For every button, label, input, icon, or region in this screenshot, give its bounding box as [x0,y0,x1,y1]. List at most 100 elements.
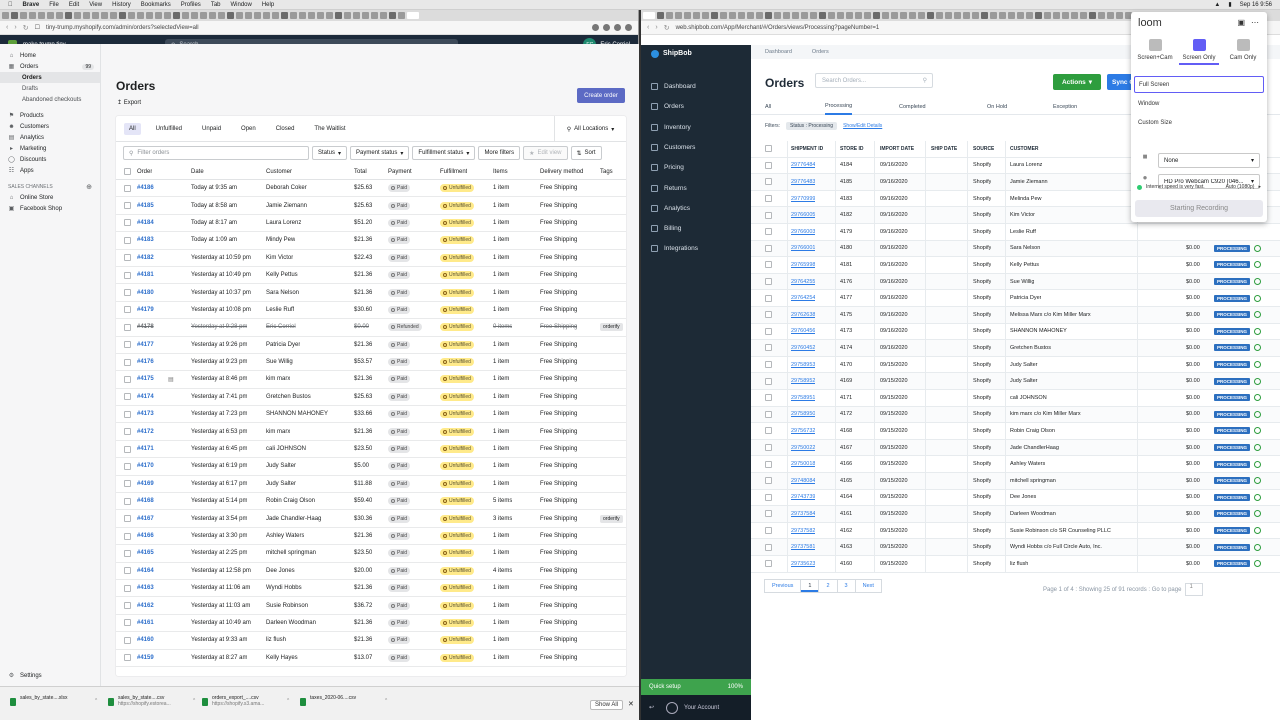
search-orders-input[interactable]: Search Orders... ⚲ [815,73,933,88]
column-header-delivery-method[interactable]: Delivery method [540,164,583,179]
table-row[interactable]: #4175 ▤ Yesterday at 8:46 pm kim marx $21.36… [116,371,626,389]
tab-exception[interactable]: Exception [1053,98,1077,115]
table-row[interactable]: #4172 Yesterday at 6:53 pm kim marx $21.36 P… [116,423,626,441]
column-header-fulfillment[interactable]: Fulfillment [440,164,467,179]
order-link[interactable]: #4169 [137,476,154,492]
download-item[interactable]: taxes_2020-06....csv ⌃ [300,695,388,713]
browser-tab[interactable] [83,12,90,19]
table-row[interactable]: #4174 Yesterday at 7:41 pm Gretchen Bustos… [116,389,626,407]
shipment-id-link[interactable]: 29756732 [791,423,815,439]
browser-tab[interactable] [236,12,243,19]
row-checkbox[interactable] [124,563,131,579]
shipment-id-link[interactable]: 29762638 [791,307,815,323]
shipment-id-link[interactable]: 29758952 [791,373,815,389]
menu-icon[interactable] [625,24,632,31]
table-row[interactable]: 29762638 4175 09/16/2020 Shopify Melissa Mar… [751,307,1280,324]
browser-tab[interactable] [191,12,198,19]
tab-all[interactable]: All [765,98,771,115]
menu-profiles[interactable]: Profiles [181,2,201,8]
export-button[interactable]: ↥ Export [117,99,141,106]
browser-tab[interactable] [765,12,772,19]
breadcrumb-dashboard[interactable]: Dashboard [765,49,792,55]
forward-icon[interactable]: › [655,24,657,31]
edit-filters-link[interactable]: Show/Edit Details [843,123,882,129]
row-checkbox[interactable] [124,597,131,613]
browser-tab[interactable] [254,12,261,19]
browser-tab[interactable] [1017,12,1024,19]
row-checkbox[interactable] [124,476,131,492]
sidebar-item-settings[interactable]: ⚙ Settings [0,670,100,681]
row-checkbox[interactable] [124,389,131,405]
status-ok-icon[interactable] [1254,244,1262,252]
chevron-up-icon[interactable]: ⌃ [286,698,290,704]
table-row[interactable]: #4184 Today at 8:17 am Laura Lorenz $51.20 P… [116,215,626,233]
close-downloads-icon[interactable]: ✕ [628,700,634,708]
order-link[interactable]: #4167 [137,510,154,526]
column-header-import-date[interactable]: IMPORT DATE [880,141,914,157]
shipment-id-link[interactable]: 29765998 [791,257,815,273]
order-link[interactable]: #4168 [137,493,154,509]
order-link[interactable]: #4162 [137,597,154,613]
order-link[interactable]: #4179 [137,302,154,318]
location-select[interactable]: ⚲ All Locations ▾ [554,116,626,142]
table-row[interactable]: 29758953 4170 09/15/2020 Shopify Judy Salter… [751,356,1280,374]
table-row[interactable]: 29735623 4160 09/15/2020 Shopify liz flush $0… [751,556,1280,573]
row-checkbox[interactable] [124,337,131,353]
shipment-id-link[interactable]: 29737584 [791,506,815,522]
payment-status-filter-button[interactable]: Payment status ▾ [350,146,410,160]
library-icon[interactable]: ▣ [1237,18,1245,27]
row-checkbox[interactable] [124,423,131,439]
shipment-id-link[interactable]: 29760452 [791,340,815,356]
browser-tab[interactable] [693,12,700,19]
status-ok-icon[interactable] [1254,444,1262,452]
row-checkbox[interactable] [765,556,772,572]
table-row[interactable]: #4166 Yesterday at 3:30 pm Ashley Waters $2… [116,528,626,546]
shipment-id-link[interactable]: 29735623 [791,556,815,572]
browser-tab[interactable] [227,12,234,19]
browser-tab[interactable] [281,12,288,19]
option-window[interactable]: Window [1134,95,1264,112]
browser-tab[interactable] [720,12,727,19]
table-row[interactable]: 29756732 4168 09/15/2020 Shopify Robin Craig… [751,423,1280,440]
browser-tab[interactable] [290,12,297,19]
browser-tab[interactable] [209,12,216,19]
row-checkbox[interactable] [124,319,131,335]
table-row[interactable]: 29766003 4179 09/16/2020 Shopify Leslie Ruff [751,224,1280,241]
table-row[interactable]: 29748084 4165 09/15/2020 Shopify mitchell sp… [751,473,1280,490]
browser-tab[interactable] [738,12,745,19]
browser-tab[interactable] [317,12,324,19]
row-checkbox[interactable] [124,180,131,196]
row-checkbox[interactable] [124,232,131,248]
menu-edit[interactable]: Edit [69,2,79,8]
table-row[interactable]: #4167 Yesterday at 3:54 pm Jade Chandler-H… [116,510,626,528]
row-checkbox[interactable] [124,267,131,283]
tab-closed[interactable]: Closed [271,123,300,135]
option-full-screen[interactable]: Full Screen [1134,76,1264,93]
shipment-id-link[interactable]: 29758951 [791,390,815,406]
column-header-order[interactable]: Order [137,164,152,179]
status-ok-icon[interactable] [1254,261,1262,269]
browser-tab[interactable] [783,12,790,19]
table-row[interactable]: #4185 Today at 8:58 am Jamie Ziemann $25.63… [116,197,626,215]
browser-tab[interactable] [92,12,99,19]
browser-tab[interactable] [711,12,718,19]
edit-view-button[interactable]: ★ Edit view [523,146,568,160]
row-checkbox[interactable] [124,615,131,631]
browser-tab[interactable] [155,12,162,19]
order-link[interactable]: #4170 [137,458,154,474]
status-ok-icon[interactable] [1254,327,1262,335]
sidebar-item-pricing[interactable]: Pricing [651,164,684,172]
table-row[interactable]: 29758952 4169 09/15/2020 Shopify Judy Salter… [751,373,1280,390]
row-checkbox[interactable] [765,440,772,456]
sidebar-item-customers[interactable]: Customers [651,143,695,151]
back-icon[interactable]: ‹ [6,24,8,31]
row-checkbox[interactable] [765,257,772,273]
row-checkbox[interactable] [124,406,131,422]
page-2-button[interactable]: 2 [818,579,838,593]
table-row[interactable]: #4180 Yesterday at 10:37 pm Sara Nelson $21… [116,284,626,302]
row-checkbox[interactable] [124,510,131,526]
table-row[interactable]: #4186 Today at 9:35 am Deborah Coker $25.63… [116,180,626,198]
shipment-id-link[interactable]: 29758953 [791,357,815,373]
bookmark-icon[interactable]: ☐ [35,24,40,31]
filter-chip[interactable]: Status : Processing [786,122,838,130]
